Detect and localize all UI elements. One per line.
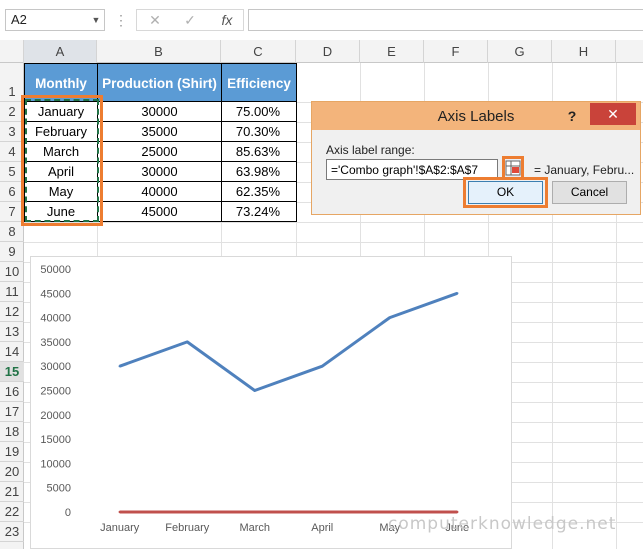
y-tick-label: 45000: [40, 288, 71, 300]
column-header[interactable]: A: [24, 40, 97, 63]
row-header[interactable]: 21: [0, 482, 24, 502]
table-cell[interactable]: 25000: [97, 141, 222, 162]
y-tick-label: 10000: [40, 458, 71, 470]
series-line[interactable]: [119, 291, 458, 392]
y-tick-label: 15000: [40, 434, 71, 446]
data-point[interactable]: [186, 340, 189, 344]
row-header[interactable]: 18: [0, 422, 24, 442]
row-header[interactable]: 11: [0, 282, 24, 302]
column-header[interactable]: E: [360, 40, 424, 63]
column-header[interactable]: C: [221, 40, 296, 63]
gridline: [24, 222, 643, 223]
row-header[interactable]: 23: [0, 522, 24, 542]
ok-highlight: [463, 177, 548, 208]
data-point[interactable]: [253, 389, 256, 392]
column-header[interactable]: F: [424, 40, 488, 63]
data-point[interactable]: [456, 510, 459, 514]
column-header-bar: A B C D E F G H: [0, 40, 643, 63]
row-header[interactable]: 9: [0, 242, 24, 262]
table-cell[interactable]: 75.00%: [221, 101, 297, 122]
chart-plot: 5000045000400003500030000250002000015000…: [40, 264, 469, 534]
y-tick-label: 30000: [40, 361, 71, 373]
formula-input[interactable]: [248, 9, 643, 31]
table-cell[interactable]: 85.63%: [221, 141, 297, 162]
table-cell[interactable]: 70.30%: [221, 121, 297, 142]
table-cell[interactable]: 63.98%: [221, 161, 297, 182]
row-header[interactable]: 20: [0, 462, 24, 482]
range-preview: = January, Febru...: [534, 163, 635, 177]
insert-function-icon[interactable]: fx: [212, 9, 242, 31]
table-cell[interactable]: 62.35%: [221, 181, 297, 202]
x-tick-label: January: [100, 522, 140, 534]
gridline: [24, 242, 643, 243]
x-tick-label: March: [239, 522, 270, 534]
data-point[interactable]: [388, 510, 391, 514]
y-tick-label: 25000: [40, 386, 71, 398]
y-tick-label: 20000: [40, 410, 71, 422]
selection-highlight: [21, 95, 103, 226]
table-cell[interactable]: 30000: [97, 161, 222, 182]
data-point[interactable]: [321, 365, 324, 368]
column-header[interactable]: B: [97, 40, 221, 63]
table-cell[interactable]: 35000: [97, 121, 222, 142]
table-cell[interactable]: 73.24%: [221, 201, 297, 222]
row-header[interactable]: 12: [0, 302, 24, 322]
data-point[interactable]: [456, 292, 459, 295]
y-tick-label: 5000: [47, 483, 71, 495]
separator-icon[interactable]: ⋮: [114, 10, 128, 30]
data-point[interactable]: [253, 510, 256, 514]
range-select-icon: [505, 160, 521, 176]
row-header[interactable]: 13: [0, 322, 24, 342]
data-point[interactable]: [118, 510, 121, 514]
cancel-entry-icon[interactable]: ✕: [140, 9, 170, 31]
close-button[interactable]: ✕: [590, 103, 636, 125]
row-header[interactable]: 22: [0, 502, 24, 522]
help-button[interactable]: ?: [562, 106, 582, 126]
data-point[interactable]: [388, 316, 391, 319]
table-cell[interactable]: 45000: [97, 201, 222, 222]
column-header[interactable]: H: [552, 40, 616, 63]
line-chart[interactable]: 50000 45000 40000 35000 30000 25000 20000 15000…: [30, 256, 512, 549]
row-header[interactable]: 19: [0, 442, 24, 462]
watermark: computerknowledge.net: [388, 514, 617, 534]
x-tick-label: April: [311, 522, 333, 534]
x-tick-label: February: [165, 522, 210, 534]
row-header[interactable]: 10: [0, 262, 24, 282]
row-header[interactable]: 15: [0, 362, 24, 382]
axis-labels-dialog: Axis Labels ? ✕ Axis label range: ='Comb…: [311, 101, 641, 215]
table-cell[interactable]: 40000: [97, 181, 222, 202]
y-tick-label: 40000: [40, 313, 71, 325]
select-all-corner[interactable]: [0, 40, 24, 63]
row-header[interactable]: 16: [0, 382, 24, 402]
header-production[interactable]: Production (Shirt): [97, 63, 222, 102]
cancel-button[interactable]: Cancel: [552, 181, 627, 204]
row-header[interactable]: 17: [0, 402, 24, 422]
y-tick-label: 35000: [40, 337, 71, 349]
y-tick-label: 0: [65, 507, 71, 519]
enter-entry-icon[interactable]: ✓: [175, 9, 205, 31]
data-point[interactable]: [321, 510, 324, 514]
chevron-down-icon[interactable]: ▼: [88, 9, 104, 31]
axis-label-range-label: Axis label range:: [326, 143, 415, 157]
column-header[interactable]: G: [488, 40, 552, 63]
table-cell[interactable]: 30000: [97, 101, 222, 122]
y-tick-label: 50000: [40, 264, 71, 276]
data-point[interactable]: [186, 510, 189, 514]
formula-bar: A2 ▼ ⋮ ✕ ✓ fx: [0, 0, 643, 40]
column-header[interactable]: D: [296, 40, 360, 63]
header-efficiency[interactable]: Efficiency: [221, 63, 297, 102]
row-header[interactable]: 14: [0, 342, 24, 362]
data-point[interactable]: [118, 365, 121, 368]
